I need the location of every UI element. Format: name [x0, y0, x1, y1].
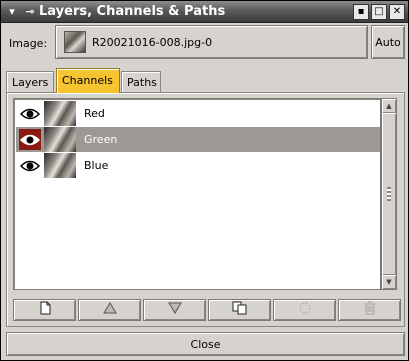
vertical-scrollbar[interactable]: ▲ ▼ — [381, 98, 397, 290]
window-title: Layers, Channels & Paths — [39, 4, 226, 19]
lower-channel-button[interactable] — [143, 299, 206, 321]
visibility-toggle-blue[interactable] — [19, 155, 41, 176]
close-icon: ✕ — [392, 6, 402, 17]
close-button[interactable]: Close — [6, 332, 405, 356]
title-bar[interactable]: ▾ ⊸ Layers, Channels & Paths ▪ □ ✕ — [1, 1, 408, 23]
channel-thumbnail — [44, 127, 76, 152]
auto-button[interactable]: Auto — [371, 25, 405, 59]
image-selector[interactable]: R20021016-008.jpg-0 — [55, 25, 368, 59]
eye-icon — [20, 134, 40, 145]
close-window-button[interactable]: ✕ — [389, 4, 405, 20]
channel-row-blue[interactable]: Blue — [16, 153, 380, 178]
minimize-icon: ▪ — [357, 6, 365, 17]
channel-row-green[interactable]: Green — [16, 127, 380, 152]
visibility-toggle-red[interactable] — [19, 103, 41, 124]
scroll-thumb[interactable] — [382, 113, 396, 275]
duplicate-channel-button[interactable] — [208, 299, 271, 321]
image-thumbnail — [64, 31, 86, 53]
tab-layers[interactable]: Layers — [6, 71, 54, 92]
raise-channel-button[interactable] — [78, 299, 141, 321]
window-menu-icon[interactable]: ▾ — [4, 5, 20, 19]
duplicate-channel-icon — [232, 301, 248, 319]
scroll-down-arrow[interactable]: ▼ — [382, 275, 396, 289]
pin-icon[interactable]: ⊸ — [22, 5, 38, 19]
channel-thumbnail — [44, 153, 76, 178]
channel-to-selection-icon — [298, 301, 312, 319]
channel-name: Blue — [84, 159, 109, 172]
raise-channel-icon — [102, 302, 117, 318]
lower-channel-icon — [167, 302, 182, 318]
new-channel-button[interactable] — [13, 299, 76, 321]
maximize-icon: □ — [374, 6, 384, 17]
titlebar-controls: ▪ □ ✕ — [353, 4, 405, 20]
eye-icon — [20, 108, 40, 119]
channel-actions — [13, 299, 401, 321]
layers-channels-paths-dialog: ▾ ⊸ Layers, Channels & Paths ▪ □ ✕ Image… — [0, 0, 409, 361]
new-channel-icon — [38, 301, 52, 319]
channel-row-red[interactable]: Red — [16, 101, 380, 126]
channel-to-selection-button[interactable] — [273, 299, 336, 321]
image-label: Image: — [9, 37, 48, 50]
channel-name: Red — [84, 107, 105, 120]
channel-name: Green — [84, 133, 118, 146]
scroll-grip-icon — [387, 187, 391, 201]
titlebar-left-icons: ▾ ⊸ — [4, 5, 38, 19]
image-name: R20021016-008.jpg-0 — [92, 36, 213, 49]
channels-panel: Red Green Blue ▲ ▼ — [6, 92, 405, 327]
eye-icon — [20, 160, 40, 171]
minimize-button[interactable]: ▪ — [353, 4, 369, 20]
channel-thumbnail — [44, 101, 76, 126]
scroll-up-arrow[interactable]: ▲ — [382, 99, 396, 113]
tab-paths[interactable]: Paths — [121, 71, 161, 92]
delete-channel-button[interactable] — [338, 299, 401, 321]
tab-channels[interactable]: Channels — [56, 68, 120, 93]
delete-channel-icon — [363, 301, 377, 319]
maximize-button[interactable]: □ — [371, 4, 387, 20]
visibility-toggle-green[interactable] — [19, 129, 41, 150]
channel-list[interactable]: Red Green Blue — [13, 98, 381, 290]
